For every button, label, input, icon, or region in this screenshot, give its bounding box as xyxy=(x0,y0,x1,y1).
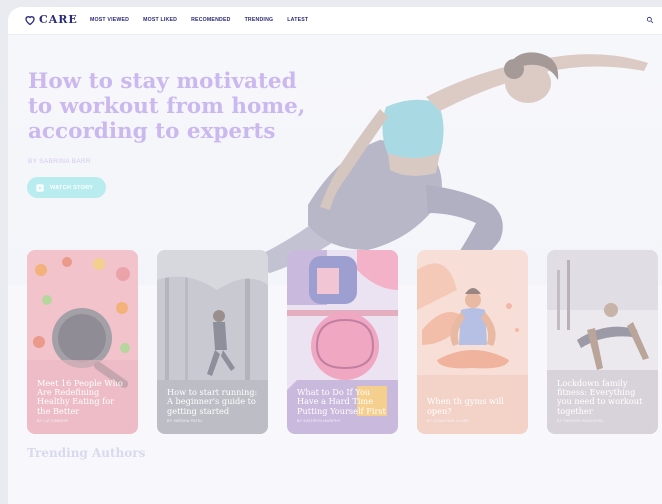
trending-authors-heading: Trending Authors xyxy=(27,446,146,460)
nav-item-most-liked[interactable]: MOST LIKED xyxy=(143,17,177,23)
story-card-family-fitness[interactable]: Lockdown family fitness: Everything you … xyxy=(547,250,658,434)
watch-story-label: WATCH STORY xyxy=(50,184,94,191)
hero-author: BY SABRINA BARR xyxy=(28,158,91,165)
nav-item-most-viewed[interactable]: MOST VIEWED xyxy=(90,17,129,23)
card-title: When th gyms will open? xyxy=(427,396,504,416)
hero-title: How to stay motivated to workout from ho… xyxy=(28,69,306,144)
story-card-gyms-open[interactable]: When th gyms will open? BY JONATHAN CLAR… xyxy=(417,250,528,434)
story-card-running[interactable]: How to start running: A beginner's guide… xyxy=(157,250,268,434)
nav-item-latest[interactable]: LATEST xyxy=(287,17,308,23)
card-title: Meet 16 People Who Are Redefining Health… xyxy=(37,377,123,416)
nav-item-trending[interactable]: TRENDING xyxy=(245,17,274,23)
card-author: BY FARIDEH SADEGHIN xyxy=(557,419,603,423)
card-author: BY LIZ CONNOR xyxy=(37,419,69,423)
top-navigation: CARE MOST VIEWED MOST LIKED RECOMENDED T… xyxy=(8,7,662,35)
watch-story-button[interactable]: WATCH STORY xyxy=(27,177,106,198)
brand-logo[interactable]: CARE xyxy=(24,13,78,26)
nav-menu: MOST VIEWED MOST LIKED RECOMENDED TRENDI… xyxy=(90,17,308,23)
brand-name: CARE xyxy=(39,13,78,26)
hero-section: How to stay motivated to workout from ho… xyxy=(8,35,662,285)
play-icon xyxy=(36,183,44,192)
story-card-healthy-eating[interactable]: Meet 16 People Who Are Redefining Health… xyxy=(27,250,138,434)
card-author: BY KATHRYN MURPHY xyxy=(297,419,341,423)
card-author: BY JONATHAN CLARK xyxy=(427,419,470,423)
page: CARE MOST VIEWED MOST LIKED RECOMENDED T… xyxy=(8,7,662,504)
story-cards: Meet 16 People Who Are Redefining Health… xyxy=(27,250,658,434)
heart-icon xyxy=(25,15,35,25)
card-author: BY VARSHA PATEL xyxy=(167,419,203,423)
card-title: Lockdown family fitness: Everything you … xyxy=(557,377,643,416)
story-card-yourself-first[interactable]: What to Do If You Have a Hard Time Putti… xyxy=(287,250,398,434)
card-title: How to start running: A beginner's guide… xyxy=(167,387,258,416)
search-icon[interactable] xyxy=(646,16,654,24)
card-title: What to Do If You Have a Hard Time Putti… xyxy=(297,387,386,416)
nav-item-recommended[interactable]: RECOMENDED xyxy=(191,17,230,23)
